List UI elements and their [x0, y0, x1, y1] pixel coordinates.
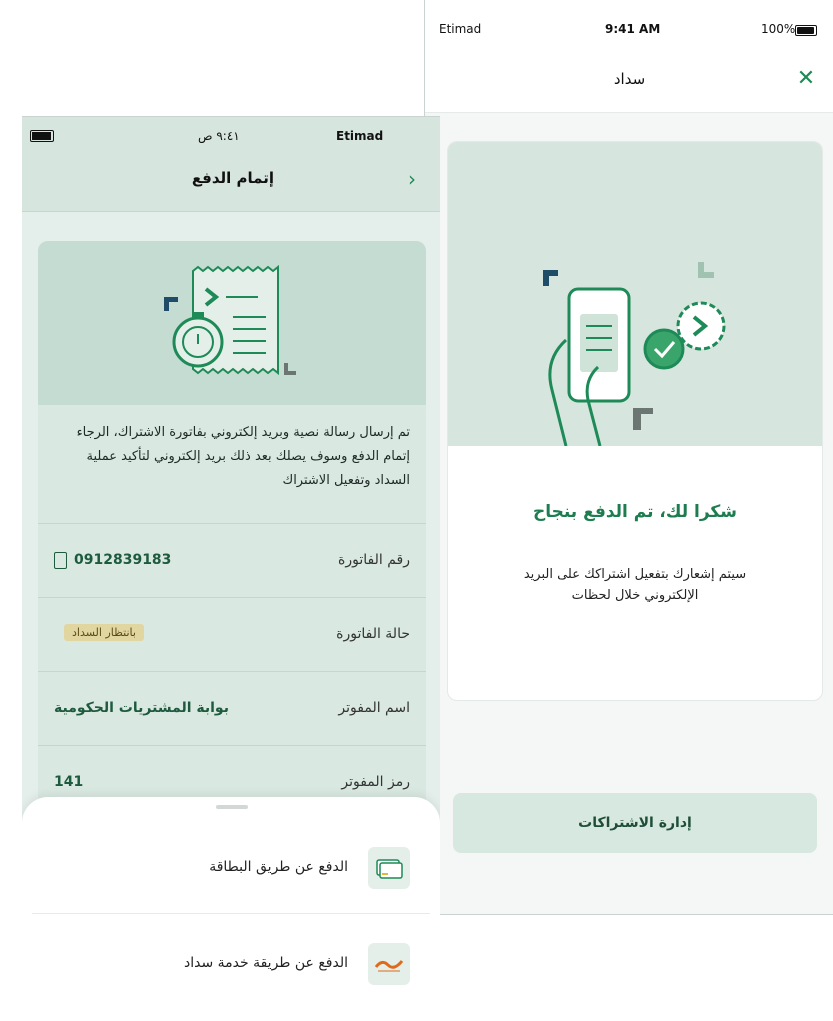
success-heading: شكرا لك، تم الدفع بنجاح: [532, 502, 738, 522]
phone-hand-illustration: [543, 262, 726, 447]
invoice-timer-illustration: [38, 241, 426, 405]
invoice-status-row: حالة الفاتورة بانتظار السداد: [38, 597, 426, 672]
biller-name-row: اسم المفوتر بوابة المشتريات الحكومية: [38, 671, 426, 746]
close-icon[interactable]: ✕: [793, 66, 819, 92]
invoice-number-value: 0912839183: [74, 552, 172, 568]
receipt-stopwatch-illustration: [164, 264, 296, 376]
carrier-label: Etimad: [439, 22, 482, 36]
invoice-number-label: رقم الفاتورة: [338, 552, 410, 568]
battery-icon: [30, 130, 54, 142]
success-card: شكرا لك، تم الدفع بنجاح سيتم إشعارك بتفع…: [447, 141, 823, 701]
copy-icon[interactable]: [54, 552, 67, 569]
biller-name-label: اسم المفوتر: [338, 700, 410, 716]
payment-success-illustration: [448, 142, 822, 447]
pay-by-sadad-option[interactable]: الدفع عن طريقة خدمة سداد: [32, 923, 430, 1007]
navbar: سداد ✕: [425, 52, 833, 113]
carrier-label: Etimad: [336, 129, 384, 143]
payment-screen: ٩:٤١ ص Etimad إتمام الدفع › تم إرسال رسا…: [22, 116, 440, 1021]
content-area: شكرا لك، تم الدفع بنجاح سيتم إشعارك بتفع…: [425, 113, 833, 914]
credit-card-icon: [368, 847, 410, 889]
invoice-message: تم إرسال رسالة نصية وبريد إلكتروني بفاتو…: [76, 425, 410, 488]
invoice-card: تم إرسال رسالة نصية وبريد إلكتروني بفاتو…: [38, 241, 426, 841]
status-bar: ٩:٤١ ص Etimad: [22, 117, 440, 157]
sadad-logo-icon: [368, 943, 410, 985]
invoice-status-label: حالة الفاتورة: [336, 626, 410, 642]
navbar: إتمام الدفع ›: [22, 157, 440, 212]
page-title: سداد: [613, 70, 646, 88]
pay-by-card-option[interactable]: الدفع عن طريق البطاقة: [32, 827, 430, 911]
sheet-divider: [32, 913, 430, 914]
biller-code-label: رمز المفوتر: [341, 774, 410, 790]
manage-subscriptions-button[interactable]: إدارة الاشتراكات: [453, 793, 817, 853]
status-bar: Etimad 9:41 AM 100%: [425, 0, 833, 42]
chevron-right-icon[interactable]: ›: [408, 167, 416, 191]
clock: ٩:٤١ ص: [198, 129, 240, 143]
success-description: سيتم إشعارك بتفعيل اشتراكك على البريد ال…: [523, 567, 747, 603]
battery-icon: [795, 25, 817, 36]
clock: 9:41 AM: [605, 22, 661, 36]
biller-code-value: 141: [54, 774, 84, 790]
success-screen: Etimad 9:41 AM 100% سداد ✕ شكرا لك، تم ا…: [424, 0, 833, 915]
battery-percent: 100%: [761, 22, 796, 36]
payment-method-sheet: الدفع عن طريق البطاقة الدفع عن طريقة خدم…: [22, 797, 440, 1021]
status-badge: بانتظار السداد: [64, 624, 144, 641]
invoice-number-row: رقم الفاتورة 0912839183: [38, 523, 426, 598]
page-title: إتمام الدفع: [191, 169, 274, 187]
biller-name-value: بوابة المشتريات الحكومية: [54, 700, 229, 716]
pay-by-sadad-label: الدفع عن طريقة خدمة سداد: [183, 955, 348, 971]
sheet-handle[interactable]: [216, 805, 248, 809]
pay-by-card-label: الدفع عن طريق البطاقة: [209, 859, 348, 875]
